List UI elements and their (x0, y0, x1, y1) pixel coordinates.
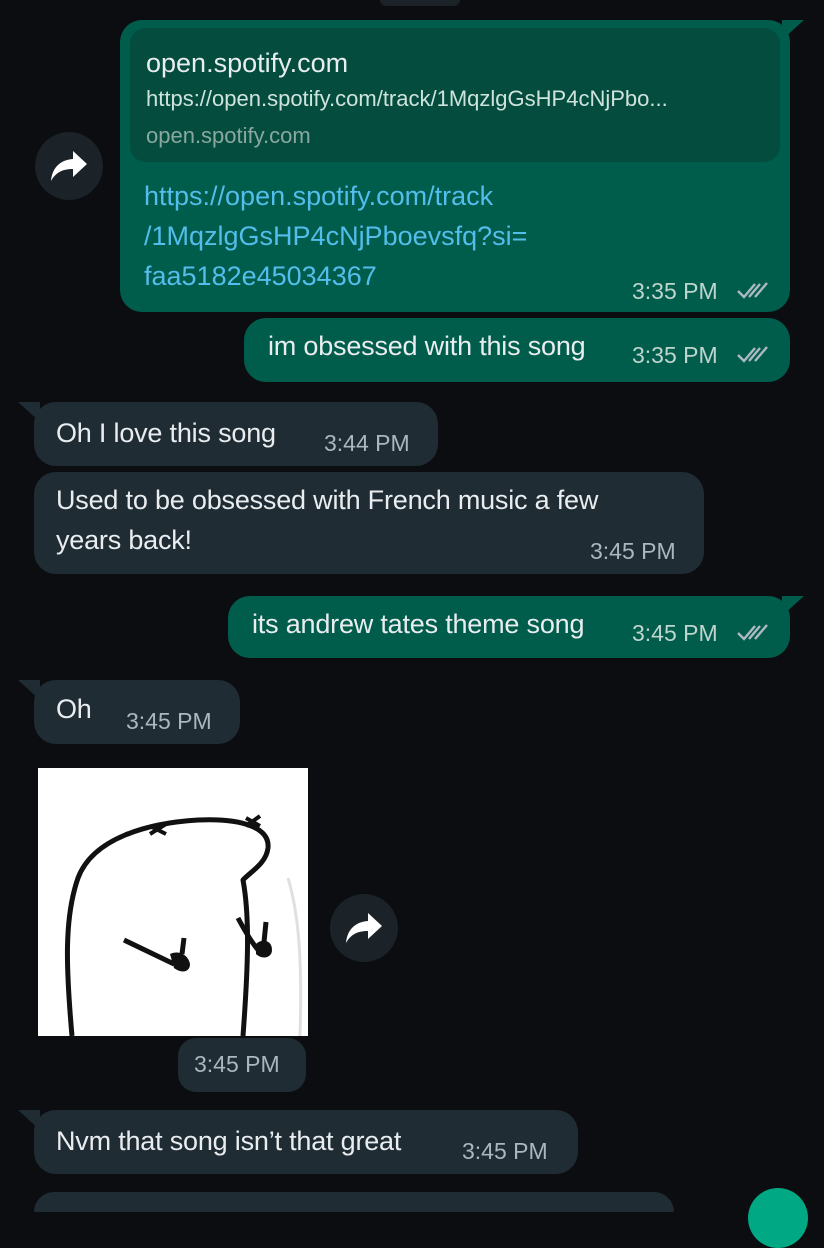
link-text-line-3[interactable]: faa5182e45034367 (144, 256, 377, 296)
message-time: 3:35 PM (632, 342, 718, 368)
message-link-outgoing[interactable]: open.spotify.com https://open.spotify.co… (120, 20, 790, 312)
message-text-line-2: years back! (56, 525, 192, 555)
message-time: 3:44 PM (324, 430, 410, 456)
message-incoming[interactable]: Nvm that song isn’t that great 3:45 PM (34, 1110, 578, 1174)
message-outgoing[interactable]: im obsessed with this song 3:35 PM (244, 318, 790, 382)
sticker-time-badge: 3:45 PM (178, 1038, 306, 1092)
scroll-down-button[interactable] (748, 1188, 808, 1248)
forward-button[interactable] (330, 894, 398, 962)
message-time: 3:45 PM (462, 1138, 548, 1164)
link-preview-title: open.spotify.com (146, 48, 349, 78)
link-preview-card[interactable]: open.spotify.com https://open.spotify.co… (130, 28, 780, 162)
forward-arrow-icon (51, 151, 87, 181)
sticker-image[interactable] (38, 768, 308, 1037)
message-text: Nvm that song isn’t that great (56, 1126, 402, 1156)
link-text-line-2[interactable]: /1MqzlgGsHP4cNjPboevsfq?si= (144, 216, 527, 256)
bubble-tail (782, 596, 804, 616)
message-incoming[interactable]: Oh I love this song 3:44 PM (34, 402, 438, 466)
message-time: 3:45 PM (632, 620, 718, 646)
double-check-icon (737, 624, 768, 641)
link-text-line-1[interactable]: https://open.spotify.com/track (144, 176, 493, 216)
forward-button[interactable] (35, 132, 103, 200)
top-fragment (380, 0, 460, 6)
message-incoming[interactable]: Oh 3:45 PM (34, 680, 240, 744)
next-message-fragment (34, 1192, 674, 1212)
message-outgoing[interactable]: its andrew tates theme song 3:45 PM (228, 596, 790, 658)
message-text: Oh (56, 694, 92, 724)
link-preview-domain: open.spotify.com (146, 123, 311, 148)
forward-arrow-icon (346, 913, 382, 943)
link-preview-url: https://open.spotify.com/track/1MqzlgGsH… (146, 86, 668, 111)
bubble-tail (782, 20, 804, 40)
message-time: 3:45 PM (590, 538, 676, 564)
message-incoming[interactable]: Used to be obsessed with French music a … (34, 472, 704, 574)
message-time: 3:45 PM (194, 1051, 280, 1077)
middle-finger-blob-sticker (64, 814, 303, 1037)
message-text: its andrew tates theme song (252, 609, 585, 639)
message-text-line-1: Used to be obsessed with French music a … (56, 485, 599, 515)
double-check-icon (737, 346, 768, 363)
message-time: 3:35 PM (632, 278, 718, 304)
message-text: im obsessed with this song (268, 331, 586, 361)
message-text: Oh I love this song (56, 418, 276, 448)
message-time: 3:45 PM (126, 708, 212, 734)
double-check-icon (737, 282, 768, 299)
